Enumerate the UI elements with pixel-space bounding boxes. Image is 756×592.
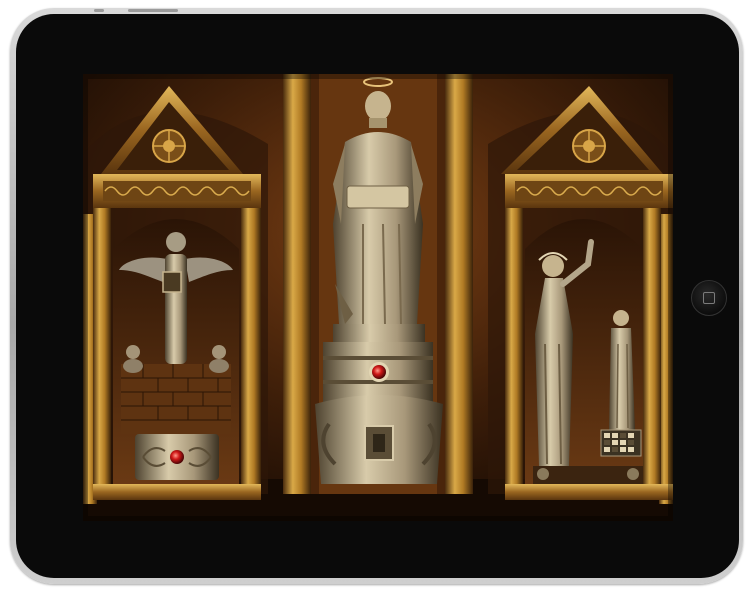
scene-canvas <box>83 74 673 521</box>
center-left-column <box>283 74 311 494</box>
right-tile-puzzle[interactable] <box>600 429 642 457</box>
game-screen[interactable] <box>83 74 673 521</box>
pedestal-jewel[interactable] <box>372 365 386 379</box>
left-brick-wall <box>121 364 231 434</box>
home-square-icon <box>703 292 715 304</box>
center-right-column <box>445 74 473 494</box>
pedestal-top <box>333 324 425 342</box>
left-shrine <box>83 86 268 504</box>
home-button[interactable] <box>691 280 727 316</box>
right-shrine <box>488 86 673 504</box>
left-altar-jewel[interactable] <box>170 450 184 464</box>
center-shrine <box>283 74 473 494</box>
left-cherub <box>126 345 140 359</box>
right-cherub <box>212 345 226 359</box>
top-hardware-button <box>94 9 104 12</box>
top-hardware-button <box>128 9 178 12</box>
